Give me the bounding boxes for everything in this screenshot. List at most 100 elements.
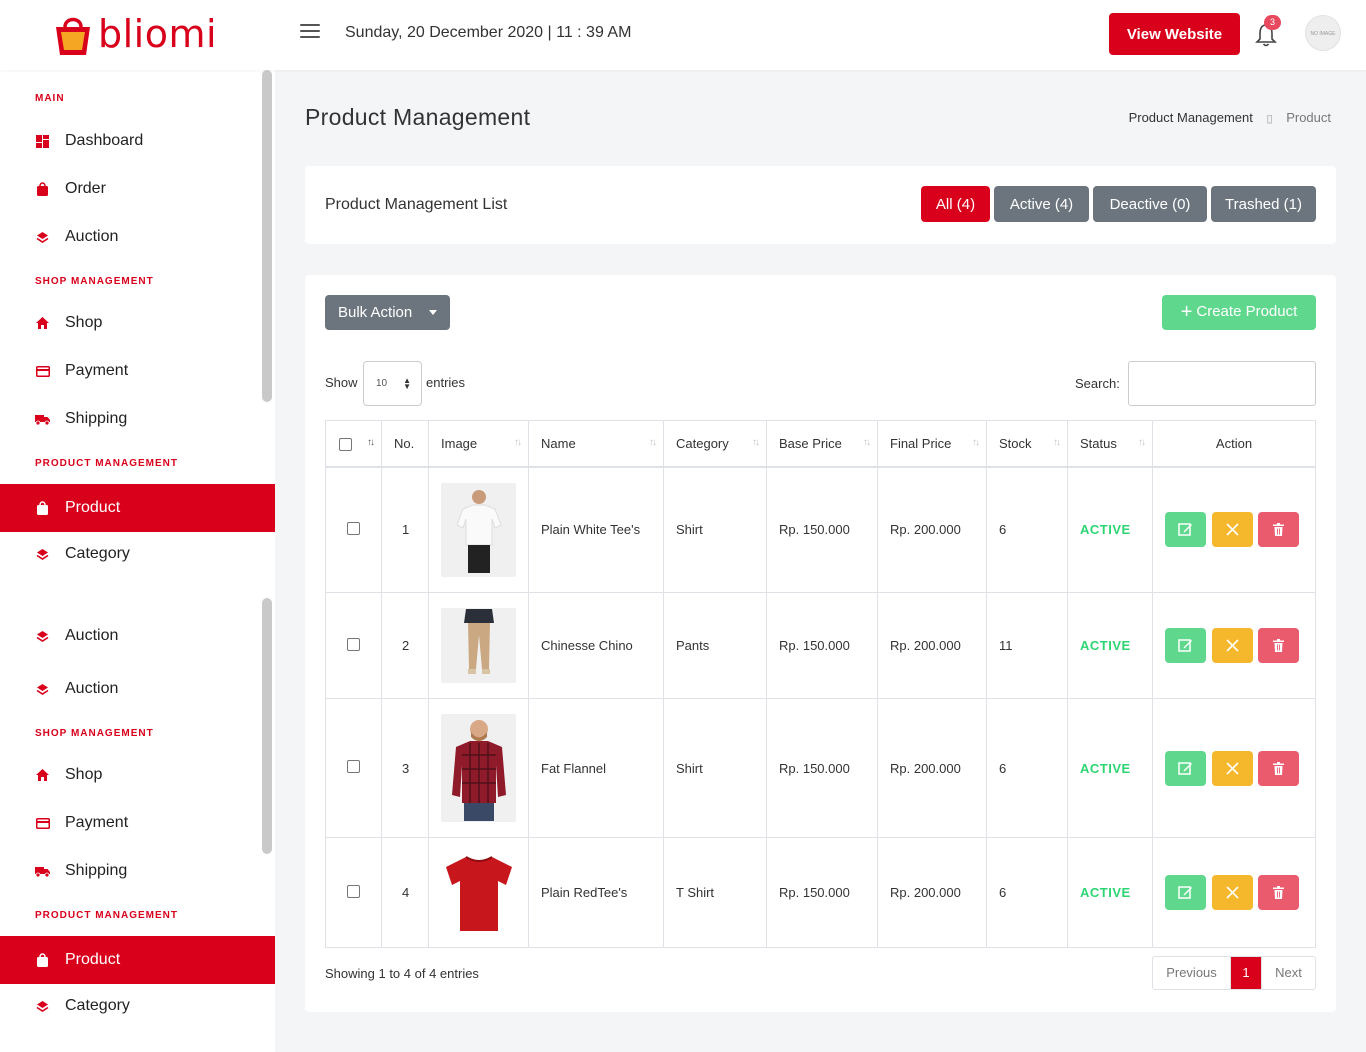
product-image-flannel-shirt[interactable] (441, 714, 516, 822)
notification-badge: 3 (1264, 15, 1281, 30)
entries-select[interactable]: 10 ▲ ▼ (363, 361, 422, 406)
brand-logo[interactable]: bliomi (52, 10, 217, 60)
delete-button[interactable] (1258, 512, 1300, 548)
row-checkbox[interactable] (347, 521, 360, 535)
sidebar-item-category[interactable]: Category (0, 530, 275, 578)
column-header-final-price[interactable]: Final Price ↑↓ (877, 420, 987, 468)
pagination: Previous 1 Next (1152, 956, 1316, 990)
sidebar-item-label: Auction (65, 228, 119, 245)
select-arrows-icon: ▲ ▼ (403, 376, 411, 391)
edit-button[interactable] (1165, 512, 1206, 548)
sort-icon[interactable]: ↑↓ (649, 437, 657, 448)
create-product-button[interactable]: + Create Product (1162, 295, 1316, 330)
product-category: Shirt (663, 466, 767, 593)
deactivate-button[interactable] (1211, 628, 1253, 663)
select-all-checkbox[interactable] (339, 437, 352, 451)
row-checkbox[interactable] (347, 760, 360, 773)
sidebar-item-product[interactable]: Product (0, 936, 275, 984)
sort-icon[interactable]: ↑↓ (367, 437, 375, 448)
product-name: Plain White Tee's (528, 466, 664, 593)
column-header-name[interactable]: Name ↑↓ (528, 420, 664, 468)
edit-button[interactable] (1165, 628, 1206, 663)
filter-trashed-button[interactable]: Trashed (1) (1211, 186, 1316, 222)
page-1-button[interactable]: 1 (1231, 957, 1261, 989)
avatar[interactable]: NO IMAGE (1305, 15, 1341, 51)
row-number: 4 (381, 837, 429, 948)
deactivate-button[interactable] (1211, 512, 1253, 548)
next-page-button[interactable]: Next (1261, 957, 1315, 989)
sort-icon[interactable]: ↑↓ (752, 437, 760, 448)
sidebar-item-shipping[interactable]: Shipping (0, 847, 275, 895)
edit-button[interactable] (1165, 750, 1206, 786)
column-header-label: Name (541, 435, 576, 451)
sidebar-item-dashboard[interactable]: Dashboard (0, 117, 275, 165)
sidebar-item-shop[interactable]: Shop (0, 751, 275, 799)
trash-icon (1273, 886, 1285, 899)
layers-icon (35, 682, 50, 697)
sort-icon[interactable]: ↑↓ (863, 437, 871, 448)
delete-button[interactable] (1258, 750, 1300, 786)
product-final-price: Rp. 200.000 (877, 466, 987, 593)
breadcrumb-separator-icon: ▯ (1266, 113, 1273, 125)
column-header-stock[interactable]: Stock ↑↓ (986, 420, 1068, 468)
filter-deactive-button[interactable]: Deactive (0) (1093, 186, 1207, 222)
sidebar-heading-shop: SHOP MANAGEMENT (35, 276, 154, 287)
sidebar-item-label: Shipping (65, 862, 128, 879)
product-table: ↑↓ No. Image ↑↓ Name ↑↓ Category ↑↓ Base Pr… (325, 420, 1316, 948)
deactivate-button[interactable] (1211, 750, 1253, 786)
previous-page-button[interactable]: Previous (1153, 957, 1231, 989)
close-icon (1226, 523, 1239, 536)
delete-button[interactable] (1258, 628, 1300, 663)
edit-button[interactable] (1165, 875, 1206, 910)
row-number: 1 (381, 466, 429, 593)
sort-icon[interactable]: ↑↓ (972, 437, 980, 448)
sort-icon[interactable]: ↑↓ (1138, 437, 1146, 448)
column-header-label: Category (676, 435, 729, 451)
bulk-action-dropdown[interactable]: Bulk Action (325, 295, 450, 330)
sidebar-item-shipping[interactable]: Shipping (0, 395, 275, 443)
sidebar-item-product[interactable]: Product (0, 484, 275, 532)
sidebar-item-label: Shop (65, 314, 103, 331)
sidebar-item-auction[interactable]: Auction (0, 213, 275, 261)
sort-icon[interactable]: ↑↓ (1053, 437, 1061, 448)
sidebar-heading-product: PRODUCT MANAGEMENT (35, 910, 178, 921)
sidebar-item-auction[interactable]: Auction (0, 665, 275, 713)
sidebar-item-shop[interactable]: Shop (0, 299, 275, 347)
filter-active-button[interactable]: Active (4) (994, 186, 1089, 222)
sidebar-item-payment[interactable]: Payment (0, 347, 275, 395)
sidebar-item-order[interactable]: Order (0, 165, 275, 213)
row-checkbox[interactable] (347, 637, 360, 651)
view-website-button[interactable]: View Website (1109, 13, 1240, 55)
shopping-bag-icon (35, 953, 50, 968)
plus-icon: + (1180, 301, 1193, 323)
filter-all-button[interactable]: All (4) (921, 186, 990, 222)
sidebar-item-label: Payment (65, 814, 129, 831)
search-input[interactable] (1128, 361, 1316, 406)
column-header-no[interactable]: No. (381, 420, 429, 468)
shopping-bag-icon (35, 501, 50, 516)
column-header-action: Action (1152, 420, 1316, 468)
sort-icon[interactable]: ↑↓ (514, 437, 522, 448)
column-header-category[interactable]: Category ↑↓ (663, 420, 767, 468)
table-row: 4 Plain RedTee's T Shirt Rp. 150.000 Rp.… (325, 837, 1316, 948)
product-image-chino-pants[interactable] (441, 608, 516, 683)
row-checkbox[interactable] (347, 884, 360, 898)
delete-button[interactable] (1258, 875, 1300, 910)
credit-card-icon (35, 816, 50, 831)
home-icon (35, 768, 50, 783)
sidebar-item-auction[interactable]: Auction (0, 612, 275, 660)
sidebar-item-payment[interactable]: Payment (0, 799, 275, 847)
breadcrumb-item[interactable]: Product Management (1129, 110, 1253, 125)
column-header-image[interactable]: Image ↑↓ (428, 420, 529, 468)
column-header-base-price[interactable]: Base Price ↑↓ (766, 420, 878, 468)
product-final-price: Rp. 200.000 (877, 698, 987, 838)
sidebar-heading-product: PRODUCT MANAGEMENT (35, 458, 178, 469)
product-name: Chinesse Chino (528, 592, 664, 699)
menu-toggle-icon[interactable] (300, 24, 320, 40)
deactivate-button[interactable] (1211, 875, 1253, 910)
product-image-red-tshirt[interactable] (441, 851, 516, 934)
sidebar-item-category[interactable]: Category (0, 982, 275, 1030)
product-image-white-tshirt[interactable] (441, 482, 516, 577)
column-header-status[interactable]: Status ↑↓ (1067, 420, 1153, 468)
product-final-price: Rp. 200.000 (877, 592, 987, 699)
